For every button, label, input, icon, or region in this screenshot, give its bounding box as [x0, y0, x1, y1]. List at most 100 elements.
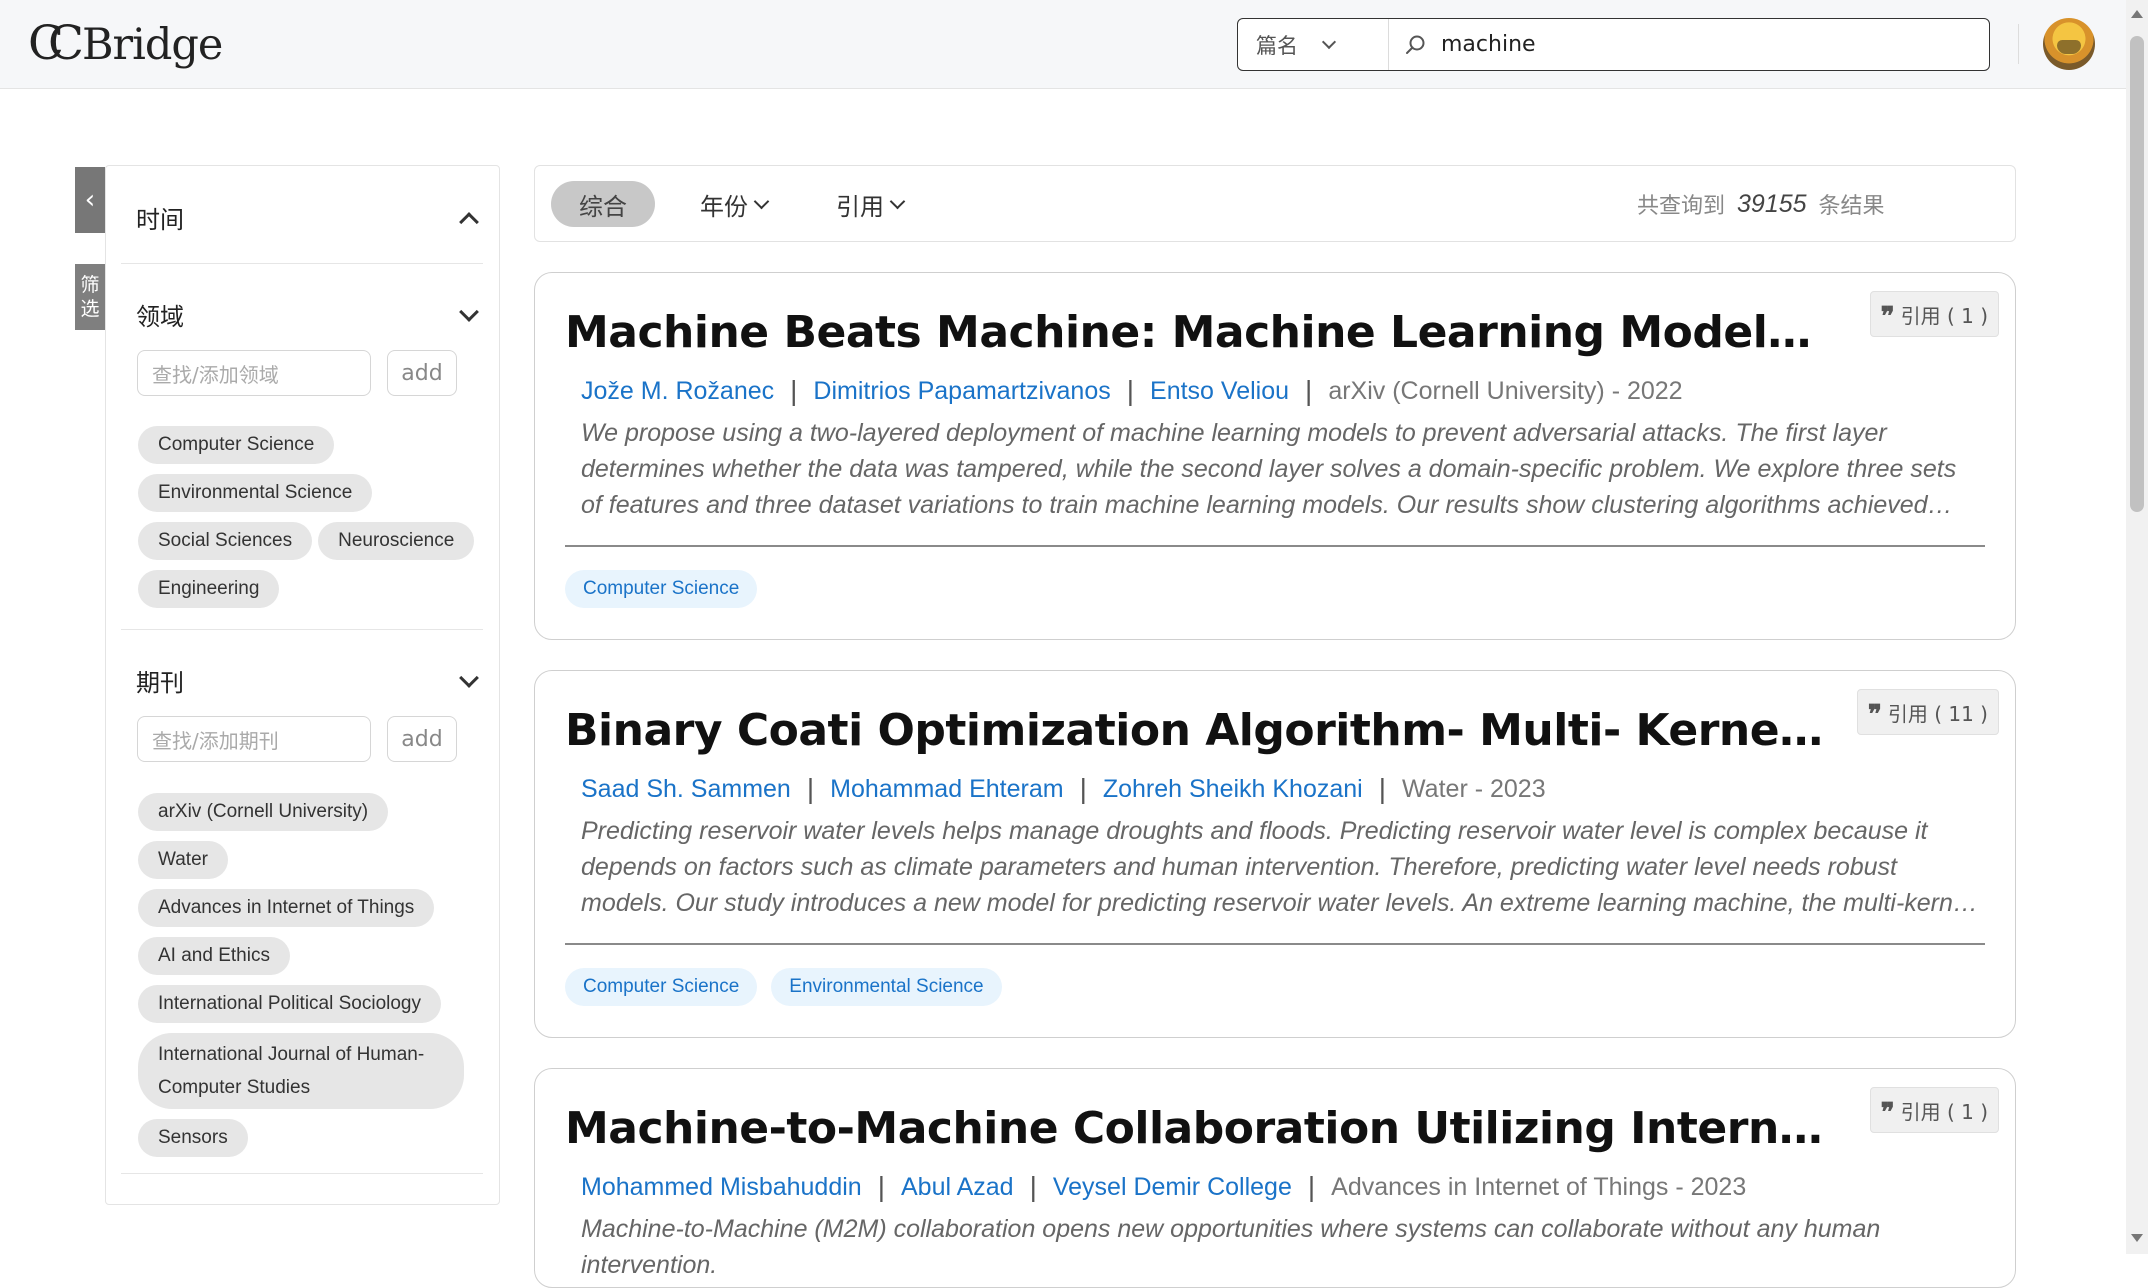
- result-card[interactable]: ❞ 引用 ( 1 ) Machine Beats Machine: Machin…: [534, 272, 2016, 640]
- field-section-title: 领域: [136, 303, 184, 331]
- author-link[interactable]: Abul Azad: [901, 1173, 1014, 1202]
- journal-chip[interactable]: arXiv (Cornell University): [138, 793, 389, 831]
- field-search-input[interactable]: 查找/添加领域: [137, 350, 371, 396]
- chevron-down-icon: [753, 193, 770, 209]
- filter-tab[interactable]: 筛 选: [75, 264, 105, 330]
- search-input[interactable]: [1441, 32, 1941, 57]
- search-icon: [1406, 35, 1425, 54]
- journal-chip[interactable]: Water: [138, 841, 228, 879]
- scroll-down-arrow-icon[interactable]: [2131, 1234, 2143, 1242]
- author-link[interactable]: Veysel Demir College: [1053, 1173, 1292, 1202]
- sort-citation-button[interactable]: 引用: [836, 181, 906, 227]
- time-section-header[interactable]: 时间: [136, 200, 479, 235]
- result-title[interactable]: Machine Beats Machine: Machine Learning …: [565, 307, 1825, 358]
- author-line: Mohammed Misbahuddin | Abul Azad | Veyse…: [581, 1171, 1746, 1203]
- sort-comprehensive-button[interactable]: 综合: [551, 181, 655, 227]
- chevron-down-icon: [889, 193, 906, 209]
- filter-sidebar: 时间 领域 查找/添加领域 add Computer Science Envir…: [105, 165, 500, 1205]
- cite-label: 引用 ( 1 ): [1900, 303, 1988, 328]
- journal-chip[interactable]: Advances in Internet of Things: [138, 889, 435, 927]
- result-count-number: 39155: [1737, 189, 1807, 218]
- search-type-label: 篇名: [1256, 33, 1298, 58]
- quote-icon: ❞: [1880, 1098, 1895, 1128]
- journal-section-header[interactable]: 期刊: [136, 663, 479, 698]
- author-link[interactable]: Mohammed Misbahuddin: [581, 1173, 862, 1202]
- filter-tab-char: 选: [80, 298, 100, 320]
- field-section-header[interactable]: 领域: [136, 297, 479, 332]
- search-field[interactable]: [1389, 19, 1989, 70]
- result-title[interactable]: Machine-to-Machine Collaboration Utilizi…: [565, 1103, 1825, 1154]
- sort-citation-label: 引用: [836, 192, 884, 221]
- result-card[interactable]: ❞ 引用 ( 11 ) Binary Coati Optimization Al…: [534, 670, 2016, 1038]
- user-avatar[interactable]: [2043, 18, 2095, 70]
- journal-section-title: 期刊: [136, 669, 184, 697]
- venue-year: Water - 2023: [1402, 774, 1546, 803]
- author-link[interactable]: Dimitrios Papamartzivanos: [813, 377, 1110, 406]
- section-divider: [121, 263, 483, 264]
- journal-chip[interactable]: International Political Sociology: [138, 985, 441, 1023]
- author-separator: |: [1378, 773, 1387, 804]
- field-chip[interactable]: Computer Science: [138, 426, 335, 464]
- author-link[interactable]: Jože M. Rožanec: [581, 377, 774, 406]
- result-card[interactable]: ❞ 引用 ( 1 ) Machine-to-Machine Collaborat…: [534, 1068, 2016, 1288]
- author-separator: |: [877, 1171, 885, 1202]
- tag-list: Computer Science Environmental Science: [565, 968, 1002, 1006]
- header-divider: [2018, 24, 2019, 64]
- author-separator: |: [1029, 1171, 1037, 1202]
- journal-chip[interactable]: Sensors: [138, 1119, 248, 1157]
- field-chip[interactable]: Social Sciences: [138, 522, 313, 560]
- ccbridge-logo[interactable]: CC Bridge: [28, 14, 223, 74]
- time-section-title: 时间: [136, 206, 184, 234]
- field-add-button[interactable]: add: [387, 350, 457, 396]
- author-link[interactable]: Saad Sh. Sammen: [581, 775, 791, 804]
- author-link[interactable]: Entso Veliou: [1150, 377, 1289, 406]
- field-chip[interactable]: Engineering: [138, 570, 280, 608]
- field-tag[interactable]: Computer Science: [565, 968, 758, 1006]
- search-type-select[interactable]: 篇名: [1238, 19, 1389, 70]
- journal-add-button[interactable]: add: [387, 716, 457, 762]
- journal-chip[interactable]: International Journal of Human-Computer …: [138, 1033, 464, 1109]
- scrollbar-thumb[interactable]: [2130, 36, 2144, 512]
- field-chip[interactable]: Neuroscience: [318, 522, 475, 560]
- top-header: CC Bridge 篇名: [0, 0, 2126, 89]
- scroll-up-arrow-icon[interactable]: [2131, 10, 2143, 18]
- result-abstract: We propose using a two-layered deploymen…: [581, 419, 1957, 519]
- tag-list: Computer Science: [565, 570, 758, 608]
- field-tag[interactable]: Environmental Science: [771, 968, 1002, 1006]
- quote-icon: ❞: [1867, 700, 1882, 730]
- chevron-down-icon: [1321, 34, 1337, 49]
- author-line: Jože M. Rožanec | Dimitrios Papamartziva…: [581, 375, 1683, 407]
- field-tag[interactable]: Computer Science: [565, 570, 758, 608]
- journal-search-input[interactable]: 查找/添加期刊: [137, 716, 371, 762]
- section-divider: [121, 1173, 483, 1174]
- chevron-left-icon: ‹: [84, 185, 96, 215]
- journal-chip-list: arXiv (Cornell University) Water Advance…: [138, 793, 478, 1157]
- page-scrollbar[interactable]: [2126, 0, 2148, 1254]
- chevron-up-icon[interactable]: [459, 211, 479, 232]
- chevron-down-icon[interactable]: [459, 667, 479, 688]
- field-chip-list: Computer Science Environmental Science S…: [138, 426, 478, 608]
- cite-label: 引用 ( 1 ): [1900, 1099, 1988, 1124]
- cite-label: 引用 ( 11 ): [1887, 701, 1988, 726]
- sidebar-collapse-button[interactable]: ‹: [75, 167, 105, 233]
- author-separator: |: [790, 375, 798, 406]
- chevron-down-icon[interactable]: [459, 301, 479, 322]
- search-box: 篇名: [1237, 18, 1990, 71]
- section-divider: [121, 629, 483, 630]
- cite-button[interactable]: ❞ 引用 ( 11 ): [1856, 689, 1999, 735]
- sort-bar: 综合 年份 引用 共查询到 39155 条结果: [534, 165, 2016, 242]
- author-link[interactable]: Zohreh Sheikh Khozani: [1103, 775, 1363, 804]
- author-separator: |: [1079, 773, 1087, 804]
- result-abstract: Predicting reservoir water levels helps …: [581, 817, 1973, 917]
- card-divider: [565, 545, 1985, 547]
- sort-year-button[interactable]: 年份: [700, 181, 770, 227]
- result-title[interactable]: Binary Coati Optimization Algorithm- Mul…: [565, 705, 1825, 756]
- card-divider: [565, 943, 1985, 945]
- journal-chip[interactable]: AI and Ethics: [138, 937, 290, 975]
- author-separator: |: [806, 773, 815, 804]
- author-separator: |: [1305, 375, 1313, 406]
- cite-button[interactable]: ❞ 引用 ( 1 ): [1869, 291, 1999, 337]
- field-chip[interactable]: Environmental Science: [138, 474, 373, 512]
- author-link[interactable]: Mohammad Ehteram: [830, 775, 1063, 804]
- cite-button[interactable]: ❞ 引用 ( 1 ): [1869, 1087, 1999, 1133]
